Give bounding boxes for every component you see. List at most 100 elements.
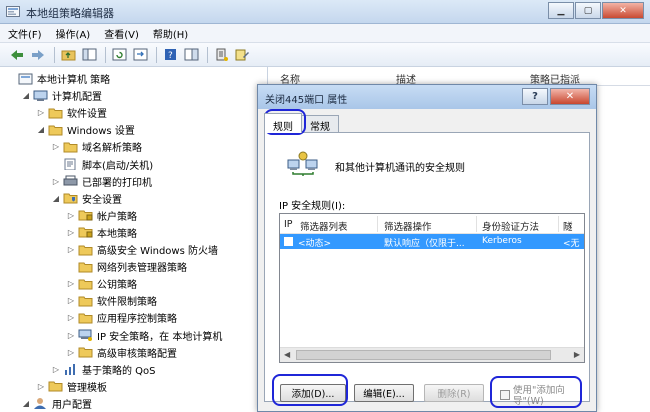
dialog-help-button[interactable]: ? <box>522 88 548 105</box>
ip-security-rules-list[interactable]: IP 筛选器列表 筛选器操作 身份验证方法 隧 <动态> 默认响应（仅限于...… <box>279 213 585 363</box>
tree-node-label: 高级审核策略配置 <box>97 348 177 360</box>
tree-node[interactable]: ◢ 用户配置 <box>21 395 92 412</box>
tree-node[interactable]: ▷ 本地策略 <box>66 224 137 241</box>
console-tree[interactable]: 本地计算机 策略 ◢ 计算机配置 ▷ 软件设置 ◢ Windows 设置 ▷ 域名解析策略脚本(… <box>0 67 268 412</box>
policy-tower-icon <box>216 48 228 61</box>
properties-view-button[interactable] <box>182 46 200 64</box>
tree-node[interactable]: ▷ 域名解析策略 <box>51 138 142 155</box>
collapse-arrow-icon[interactable]: ◢ <box>51 194 61 203</box>
expand-arrow-icon[interactable]: ▷ <box>51 177 61 186</box>
folder-icon <box>63 142 78 153</box>
tree-node[interactable]: 脚本(启动/关机) <box>51 156 153 173</box>
tree-node[interactable]: ◢ 安全设置 <box>51 190 122 207</box>
scroll-right-icon[interactable]: ▶ <box>574 350 580 359</box>
tree-node[interactable]: 本地计算机 策略 <box>6 70 110 87</box>
filter-settings-icon <box>235 49 249 60</box>
add-wizard-option[interactable]: 使用"添加向导"(W) <box>498 385 576 409</box>
rules-description: 和其他计算机通讯的安全规则 <box>335 163 465 174</box>
tab-rules[interactable]: 规则 <box>264 113 302 133</box>
tree-node-label: 网络列表管理器策略 <box>97 263 187 275</box>
edit-rule-button[interactable]: 编辑(E)... <box>354 384 414 402</box>
expand-arrow-icon[interactable]: ▷ <box>66 331 76 340</box>
export-button[interactable] <box>131 46 149 64</box>
folder-icon <box>78 279 93 290</box>
menu-action[interactable]: 操作(A) <box>56 26 91 41</box>
forward-button[interactable] <box>29 46 47 64</box>
maximize-button[interactable]: ▢ <box>575 2 601 19</box>
menu-file[interactable]: 文件(F) <box>8 26 42 41</box>
tree-node-label: 基于策略的 QoS <box>82 365 156 377</box>
properties-pane-icon <box>184 48 198 61</box>
tree-node[interactable]: ▷ 公钥策略 <box>66 275 137 292</box>
scroll-left-icon[interactable]: ◀ <box>284 350 290 359</box>
use-wizard-checkbox[interactable] <box>500 390 510 400</box>
tree-node[interactable]: ◢ 计算机配置 <box>21 87 102 104</box>
delete-rule-button[interactable]: 删除(R) <box>424 384 484 402</box>
rules-list-header: IP 筛选器列表 筛选器操作 身份验证方法 隧 <box>280 214 584 234</box>
expand-arrow-icon[interactable]: ▷ <box>66 296 76 305</box>
maximize-icon: ▢ <box>583 5 593 16</box>
expand-arrow-icon[interactable]: ▷ <box>66 245 76 254</box>
new-policy-button[interactable] <box>212 46 230 64</box>
tree-node[interactable]: ▷ 软件限制策略 <box>66 292 157 309</box>
col-filter-action[interactable]: 筛选器操作 <box>384 219 432 233</box>
manage-filters-button[interactable] <box>233 46 251 64</box>
tree-node-label: 帐户策略 <box>97 211 137 223</box>
tree-node-label: 脚本(启动/关机) <box>82 160 154 172</box>
collapse-arrow-icon[interactable]: ◢ <box>21 399 31 408</box>
minimize-button[interactable]: ▁ <box>548 2 574 19</box>
expand-arrow-icon[interactable]: ▷ <box>66 211 76 220</box>
table-row[interactable]: <动态> 默认响应（仅限于... Kerberos <无 <box>280 234 584 249</box>
add-rule-button[interactable]: 添加(D)... <box>280 384 346 402</box>
show-tree-button[interactable] <box>80 46 98 64</box>
col-ip[interactable]: IP <box>284 219 293 230</box>
col-auth-method[interactable]: 身份验证方法 <box>482 219 539 233</box>
tree-node[interactable]: ▷ IP 安全策略，在 本地计算机 <box>66 327 222 344</box>
tree-node[interactable]: ▷ 软件设置 <box>36 104 107 121</box>
refresh-button[interactable] <box>110 46 128 64</box>
rules-tab-panel: 和其他计算机通讯的安全规则 IP 安全规则(I): IP 筛选器列表 筛选器操作… <box>264 132 590 402</box>
refresh-icon <box>112 48 126 61</box>
tree-node[interactable]: ▷ 帐户策略 <box>66 207 137 224</box>
back-button[interactable] <box>8 46 26 64</box>
expand-arrow-icon[interactable]: ▷ <box>36 108 46 117</box>
scroll-thumb[interactable] <box>296 350 551 360</box>
tree-node[interactable]: ▷ 高级审核策略配置 <box>66 344 177 361</box>
expand-arrow-icon[interactable]: ▷ <box>36 382 46 391</box>
export-list-icon <box>133 48 147 61</box>
folder-icon <box>78 347 93 358</box>
close-icon: ✕ <box>619 5 627 16</box>
dialog-close-button[interactable]: ✕ <box>550 88 590 105</box>
tab-general[interactable]: 常规 <box>301 115 339 133</box>
expand-arrow-icon[interactable]: ▷ <box>66 279 76 288</box>
col-tunnel[interactable]: 隧 <box>563 219 573 233</box>
folder-icon <box>78 296 93 307</box>
expand-arrow-icon[interactable]: ▷ <box>66 313 76 322</box>
use-wizard-label: 使用"添加向导"(W) <box>513 385 565 407</box>
tree-node[interactable]: ▷ 基于策略的 QoS <box>51 361 156 378</box>
menu-view[interactable]: 查看(V) <box>104 26 139 41</box>
close-button[interactable]: ✕ <box>602 2 644 19</box>
expand-arrow-icon[interactable]: ▷ <box>51 365 61 374</box>
rules-list-label: IP 安全规则(I): <box>279 201 346 212</box>
tree-node[interactable]: ◢ Windows 设置 <box>36 121 135 138</box>
up-folder-button[interactable] <box>59 46 77 64</box>
horizontal-scrollbar[interactable]: ◀ ▶ <box>280 347 584 362</box>
svg-text:?: ? <box>168 51 173 61</box>
col-filter-list[interactable]: 筛选器列表 <box>300 219 348 233</box>
collapse-arrow-icon[interactable]: ◢ <box>21 91 31 100</box>
tree-node[interactable]: ▷ 应用程序控制策略 <box>66 309 177 326</box>
rule-tunnel: <无 <box>563 239 580 249</box>
collapse-arrow-icon[interactable]: ◢ <box>36 125 46 134</box>
expand-arrow-icon[interactable]: ▷ <box>66 228 76 237</box>
expand-arrow-icon[interactable]: ▷ <box>66 348 76 357</box>
ipsec-policy-properties-dialog: 关闭445端口 属性 ? ✕ 规则 常规 和其他计算机通讯的安全规则 IP 安全… <box>257 84 597 412</box>
menu-help[interactable]: 帮助(H) <box>153 26 188 41</box>
tree-node[interactable]: ▷ 已部署的打印机 <box>51 173 152 190</box>
expand-arrow-icon[interactable]: ▷ <box>51 142 61 151</box>
rule-checkbox[interactable] <box>284 237 293 246</box>
help-button[interactable]: ? <box>161 46 179 64</box>
tree-node[interactable]: ▷ 管理模板 <box>36 378 107 395</box>
tree-node[interactable]: 网络列表管理器策略 <box>66 258 187 275</box>
tree-node[interactable]: ▷ 高级安全 Windows 防火墙 <box>66 241 218 258</box>
